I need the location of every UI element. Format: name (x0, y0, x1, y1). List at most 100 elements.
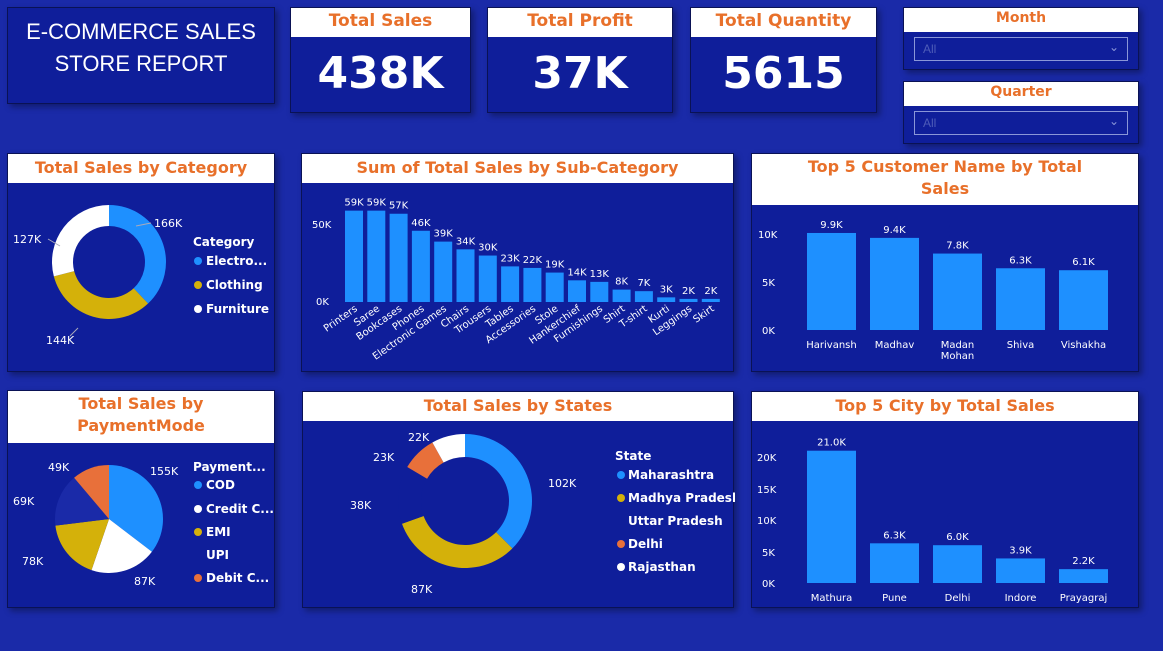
x-tick: Harivansh (806, 340, 856, 351)
report-title-line2: STORE REPORT (54, 51, 228, 76)
legend-item-clothing[interactable]: Clothing (206, 278, 263, 292)
legend-item-electronics[interactable]: Electro... (206, 254, 267, 268)
quarter-dropdown-value: All (923, 116, 937, 130)
bar-bookcases[interactable] (389, 213, 408, 302)
data-label: 8K (615, 277, 628, 288)
data-label: 13K (590, 269, 610, 280)
bar-indore[interactable] (996, 558, 1045, 583)
states-donut-card: Total Sales by States 102K 87K 38K 23K 2… (302, 391, 735, 608)
data-label: 30K (478, 243, 498, 254)
bar-printers[interactable] (345, 210, 363, 302)
legend-item-madhya-pradesh[interactable]: Madhya Pradesh (628, 491, 735, 505)
data-label: 9.9K (820, 220, 843, 231)
bar-trousers[interactable] (478, 255, 497, 302)
slice-maharashtra[interactable] (465, 434, 532, 549)
bar-madhav[interactable] (870, 237, 919, 330)
y-tick: 50K (312, 220, 332, 231)
bar-harivansh[interactable] (807, 232, 856, 330)
y-tick: 0K (316, 297, 329, 308)
bar-shirt[interactable] (612, 289, 631, 302)
legend-item-debit-card[interactable]: Debit C... (206, 571, 269, 585)
y-tick: 5K (762, 278, 775, 289)
data-label: 19K (545, 260, 565, 271)
data-label: 46K (411, 218, 431, 229)
report-title-card: E-COMMERCE SALES STORE REPORT (7, 7, 275, 104)
data-label: 2K (682, 286, 695, 297)
bar-madan-mohan[interactable] (933, 253, 982, 330)
x-tick: Madan (941, 340, 975, 351)
bar-kurti[interactable] (657, 297, 676, 302)
data-label: 23K (500, 253, 520, 264)
bar-skirt[interactable] (701, 298, 720, 302)
month-dropdown[interactable]: All ⌄ (914, 37, 1128, 61)
legend-item-delhi[interactable]: Delhi (628, 537, 663, 551)
y-tick: 15K (757, 485, 777, 496)
legend-dot (194, 528, 202, 536)
data-label: 6.3K (1009, 255, 1032, 266)
customer-chart-title-line2: Sales (920, 179, 970, 198)
states-donut-chart: 102K 87K 38K 23K 22K State Maharashtra M… (350, 431, 735, 596)
data-label: 39K (434, 229, 454, 240)
x-tick: Skirt (691, 303, 716, 325)
city-chart-title: Top 5 City by Total Sales (752, 392, 1138, 421)
customer-chart-title: Top 5 Customer Name by Total Sales (752, 154, 1138, 205)
legend-item-furniture[interactable]: Furniture (206, 302, 269, 316)
data-label: 21.0K (817, 438, 846, 449)
legend-dot (617, 540, 625, 548)
pie-label: 78K (22, 555, 44, 568)
bar-vishakha[interactable] (1059, 270, 1108, 330)
kpi-label: Total Sales (291, 8, 470, 37)
data-label: 57K (389, 201, 409, 212)
bar-hankerchief[interactable] (568, 280, 586, 302)
legend-title: Category (193, 235, 255, 249)
bar-prayagraj[interactable] (1059, 569, 1108, 583)
bar-chairs[interactable] (456, 249, 475, 302)
slice-furniture[interactable] (52, 205, 109, 277)
kpi-total-profit: Total Profit 37K (487, 7, 673, 113)
legend-item-rajasthan[interactable]: Rajasthan (628, 560, 696, 574)
slice-madhya-pradesh[interactable] (401, 515, 513, 568)
bar-shiva[interactable] (996, 268, 1045, 330)
legend-item-emi[interactable]: EMI (206, 525, 231, 539)
donut-label: 38K (350, 499, 372, 512)
quarter-dropdown[interactable]: All ⌄ (914, 111, 1128, 135)
data-label: 9.4K (883, 225, 906, 236)
states-donut (398, 434, 532, 568)
donut-label: 102K (548, 477, 577, 490)
x-tick: Pune (882, 593, 907, 604)
payment-pie-card: Total Sales by PaymentMode 155K 87K 78K … (7, 390, 275, 608)
data-label: 59K (367, 198, 387, 209)
bar-phones[interactable] (411, 230, 430, 302)
customer-bar-card: Top 5 Customer Name by Total Sales 10K 5… (751, 153, 1139, 372)
bar-electronic-games[interactable] (434, 241, 453, 302)
city-bars: 21.0K Mathura 6.3K Pune 6.0K Delhi 3.9K Indore 2… (807, 438, 1108, 604)
city-bar-card: Top 5 City by Total Sales 20K 15K 10K 5K… (751, 391, 1139, 608)
bar-saree[interactable] (367, 210, 386, 302)
report-title-line1: E-COMMERCE SALES (26, 19, 256, 44)
legend-item-maharashtra[interactable]: Maharashtra (628, 468, 714, 482)
bar-mathura[interactable] (807, 450, 856, 583)
bar-t-shirt[interactable] (634, 291, 653, 302)
bar-pune[interactable] (870, 543, 919, 583)
x-tick: Delhi (945, 593, 971, 604)
payment-pie-chart: 155K 87K 78K 69K 49K Payment... COD Cred… (13, 460, 274, 588)
bar-accessories[interactable] (523, 267, 542, 302)
subcategory-bar-card: Sum of Total Sales by Sub-Category 50K 0… (301, 153, 734, 372)
bar-stole[interactable] (545, 272, 564, 302)
bar-furnishings[interactable] (590, 281, 609, 302)
x-tick: Madhav (875, 340, 915, 351)
legend-item-cod[interactable]: COD (206, 478, 235, 492)
x-tick: Mohan (941, 351, 975, 362)
legend-item-upi[interactable]: UPI (206, 548, 229, 562)
slice-clothing[interactable] (53, 271, 149, 319)
y-tick: 10K (757, 516, 777, 527)
legend-title: Payment... (193, 460, 266, 474)
bar-tables[interactable] (501, 266, 520, 302)
data-label: 3K (660, 284, 673, 295)
legend-item-credit-card[interactable]: Credit C... (206, 502, 274, 516)
data-label: 34K (456, 236, 476, 247)
bar-delhi[interactable] (933, 545, 982, 583)
donut-label: 22K (408, 431, 430, 444)
legend-item-uttar-pradesh[interactable]: Uttar Pradesh (628, 514, 723, 528)
bar-leggings[interactable] (679, 298, 698, 302)
